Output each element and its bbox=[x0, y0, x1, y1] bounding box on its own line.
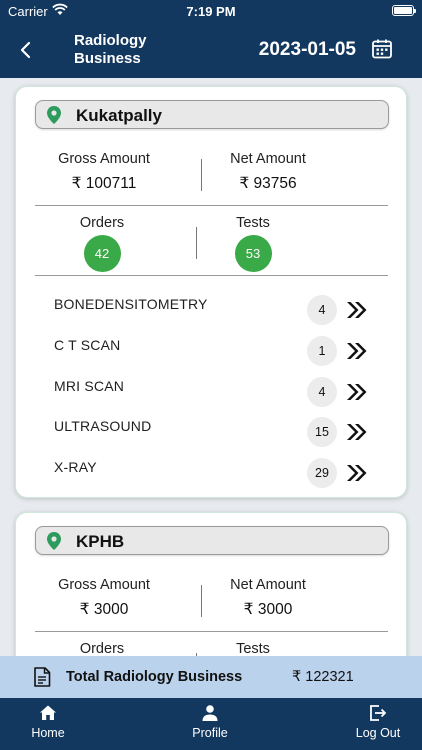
net-amount-value: ₹ 3000 bbox=[243, 601, 293, 618]
orders-label: Orders bbox=[79, 641, 125, 656]
divider bbox=[35, 275, 388, 276]
page-title: Radiology Business bbox=[74, 32, 147, 67]
gross-amount-value: ₹ 3000 bbox=[79, 601, 129, 618]
gross-amount-label: Gross Amount bbox=[58, 151, 150, 167]
tab-profile[interactable]: Profile bbox=[170, 704, 250, 740]
location-name: Kukatpally bbox=[76, 106, 162, 125]
orders-label: Orders bbox=[79, 215, 125, 231]
modality-count: 1 bbox=[307, 336, 337, 366]
divider bbox=[35, 205, 388, 206]
double-chevron-right-icon[interactable] bbox=[346, 383, 368, 401]
home-icon bbox=[40, 705, 56, 720]
modality-count: 4 bbox=[307, 377, 337, 407]
modality-name: ULTRASOUND bbox=[54, 418, 152, 434]
bottom-tab-bar: Home Profile Log Out bbox=[0, 698, 422, 750]
net-amount: Net Amount ₹ 93756 bbox=[198, 151, 338, 193]
double-chevron-right-icon[interactable] bbox=[346, 301, 368, 319]
location-pin-icon bbox=[47, 106, 61, 124]
modality-count: 4 bbox=[307, 295, 337, 325]
net-amount: Net Amount ₹ 3000 bbox=[198, 577, 338, 619]
modality-name: C T SCAN bbox=[54, 337, 121, 353]
orders-count: Orders bbox=[57, 641, 147, 656]
tab-home-label: Home bbox=[31, 726, 65, 740]
location-header: Kukatpally bbox=[35, 100, 389, 129]
orders-badge: 42 bbox=[83, 235, 121, 272]
net-amount-label: Net Amount bbox=[230, 577, 306, 593]
double-chevron-right-icon[interactable] bbox=[346, 423, 368, 441]
divider bbox=[196, 227, 197, 259]
tests-label: Tests bbox=[236, 215, 270, 231]
gross-amount-label: Gross Amount bbox=[58, 577, 150, 593]
tests-count: Tests 53 bbox=[208, 215, 298, 272]
tab-profile-label: Profile bbox=[192, 726, 228, 740]
tab-home[interactable]: Home bbox=[8, 704, 88, 740]
modality-row[interactable]: X-RAY 29 bbox=[16, 455, 406, 495]
document-icon bbox=[34, 667, 51, 687]
location-pin-icon bbox=[47, 532, 61, 550]
selected-date: 2023-01-05 bbox=[258, 39, 356, 60]
modality-row[interactable]: BONEDENSITOMETRY 4 bbox=[16, 292, 406, 332]
location-card: Kukatpally Gross Amount ₹ 100711 Net Amo… bbox=[15, 86, 407, 498]
tests-badge: 53 bbox=[234, 235, 272, 272]
total-bar: Total Radiology Business ₹ 122321 bbox=[0, 656, 422, 698]
clock: 7:19 PM bbox=[186, 4, 236, 19]
modality-row[interactable]: MRI SCAN 4 bbox=[16, 374, 406, 414]
double-chevron-right-icon[interactable] bbox=[346, 342, 368, 360]
location-list[interactable]: Kukatpally Gross Amount ₹ 100711 Net Amo… bbox=[0, 78, 422, 656]
location-card: KPHB Gross Amount ₹ 3000 Net Amount ₹ 30… bbox=[15, 512, 407, 656]
orders-count: Orders 42 bbox=[57, 215, 147, 272]
tab-logout[interactable]: Log Out bbox=[338, 704, 418, 740]
tab-logout-label: Log Out bbox=[355, 726, 401, 740]
modality-name: X-RAY bbox=[54, 459, 97, 475]
gross-amount-value: ₹ 100711 bbox=[71, 175, 137, 192]
location-header: KPHB bbox=[35, 526, 389, 555]
net-amount-label: Net Amount bbox=[230, 151, 306, 167]
double-chevron-right-icon[interactable] bbox=[346, 464, 368, 482]
total-value: ₹ 122321 bbox=[292, 669, 354, 685]
logout-icon bbox=[370, 705, 387, 721]
modality-row[interactable]: C T SCAN 1 bbox=[16, 333, 406, 373]
gross-amount: Gross Amount ₹ 3000 bbox=[34, 577, 174, 619]
calendar-icon[interactable] bbox=[370, 37, 394, 61]
modality-row[interactable]: ULTRASOUND 15 bbox=[16, 414, 406, 454]
battery-icon bbox=[392, 5, 416, 16]
net-amount-value: ₹ 93756 bbox=[239, 175, 297, 192]
modality-count: 29 bbox=[307, 458, 337, 488]
person-icon bbox=[202, 705, 218, 721]
modality-name: BONEDENSITOMETRY bbox=[54, 296, 208, 312]
modality-name: MRI SCAN bbox=[54, 378, 125, 394]
status-bar: Carrier 7:19 PM bbox=[0, 0, 422, 24]
tests-count: Tests bbox=[208, 641, 298, 656]
back-chevron-icon[interactable] bbox=[14, 38, 38, 62]
divider bbox=[35, 631, 388, 632]
gross-amount: Gross Amount ₹ 100711 bbox=[34, 151, 174, 193]
location-name: KPHB bbox=[76, 532, 125, 551]
total-label: Total Radiology Business bbox=[66, 669, 243, 685]
tests-label: Tests bbox=[236, 641, 270, 656]
modality-count: 15 bbox=[307, 417, 337, 447]
app-header: Radiology Business 2023-01-05 bbox=[0, 24, 422, 78]
